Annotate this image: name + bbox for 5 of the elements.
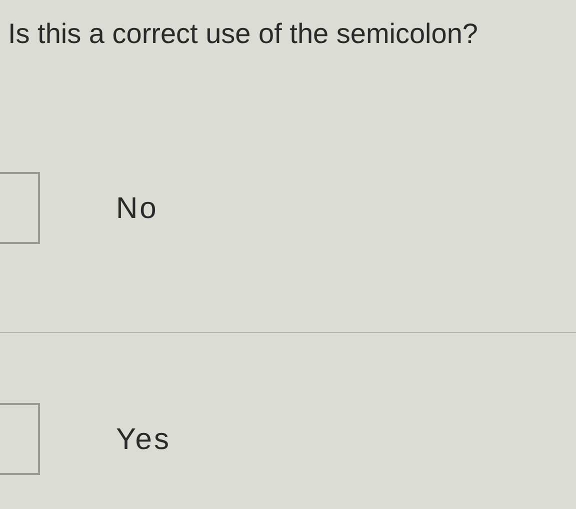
option-label: Yes — [116, 422, 171, 458]
option-label: No — [116, 190, 158, 226]
option-checkbox[interactable] — [0, 403, 40, 475]
option-checkbox[interactable] — [0, 172, 40, 244]
question-text: Is this a correct use of the semicolon? — [8, 18, 478, 49]
